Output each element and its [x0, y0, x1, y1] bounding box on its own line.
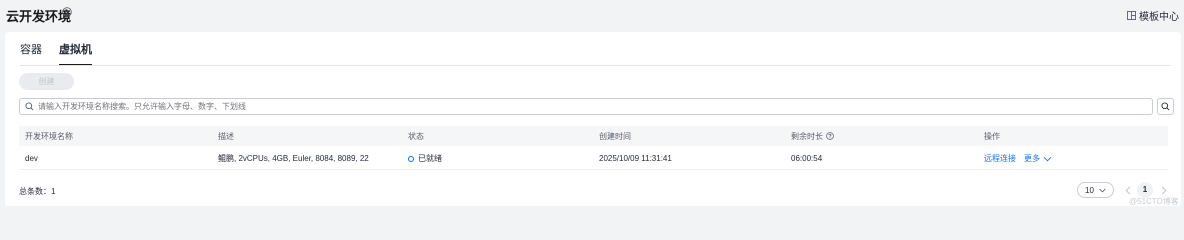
help-icon[interactable] [826, 132, 834, 140]
cell-created-time: 2025/10/09 11:31:41 [599, 154, 672, 163]
header-status: 状态 [408, 131, 424, 141]
table-row: dev 鲲鹏, 2vCPUs, 4GB, Euler, 8084, 8089, … [19, 148, 1168, 170]
tab-vm[interactable]: 虚拟机 [59, 41, 92, 66]
chevron-left-icon[interactable] [1124, 186, 1132, 195]
header-name: 开发环境名称 [25, 131, 73, 141]
status-ready-icon [408, 155, 414, 162]
header-created-time: 创建时间 [599, 131, 631, 141]
template-icon [1127, 11, 1136, 20]
tab-container[interactable]: 容器 [20, 41, 42, 66]
main-card: 容器 虚拟机 创建 开发环境名称 描述 状态 创建时间 剩余时长 操作 [5, 32, 1181, 206]
page-size-select[interactable]: 10 [1077, 182, 1114, 198]
page-size-value: 10 [1085, 185, 1094, 195]
template-center-link[interactable]: 模板中心 [1127, 8, 1179, 23]
more-dropdown[interactable]: 更多 [1024, 153, 1052, 164]
search-input[interactable] [38, 102, 1138, 111]
total-count: 总条数：1 [19, 187, 56, 196]
chevron-right-icon[interactable] [1160, 186, 1168, 195]
cell-name: dev [25, 154, 38, 163]
status-label: 已就绪 [418, 154, 442, 163]
search-box[interactable] [19, 98, 1153, 115]
table-header: 开发环境名称 描述 状态 创建时间 剩余时长 操作 [19, 126, 1168, 146]
more-label: 更多 [1024, 154, 1040, 163]
chevron-down-icon [1043, 156, 1052, 161]
header-remaining-time: 剩余时长 [791, 126, 834, 146]
header-remaining-label: 剩余时长 [791, 131, 823, 141]
template-center-label: 模板中心 [1139, 12, 1179, 23]
header-description: 描述 [218, 131, 234, 141]
watermark: @51CTO博客 [1129, 197, 1179, 206]
cell-remaining-time: 06:00:54 [791, 154, 823, 163]
tab-divider [20, 65, 1171, 66]
chevron-down-icon [1099, 188, 1106, 192]
cell-description: 鲲鹏, 2vCPUs, 4GB, Euler, 8084, 8089, 22 [218, 154, 369, 163]
tab-bar: 容器 虚拟机 [20, 41, 92, 66]
search-button[interactable] [1157, 98, 1174, 115]
header-actions: 操作 [984, 131, 1000, 141]
search-icon [25, 102, 34, 111]
cell-status: 已就绪 [408, 148, 442, 169]
page-header: 云开发环境 模板中心 [0, 0, 1184, 30]
remote-connect-link[interactable]: 远程连接 [984, 153, 1016, 164]
cell-actions: 远程连接 更多 [984, 148, 1052, 169]
search-icon [1161, 102, 1170, 111]
create-button[interactable]: 创建 [19, 73, 74, 90]
info-icon[interactable] [62, 7, 72, 17]
